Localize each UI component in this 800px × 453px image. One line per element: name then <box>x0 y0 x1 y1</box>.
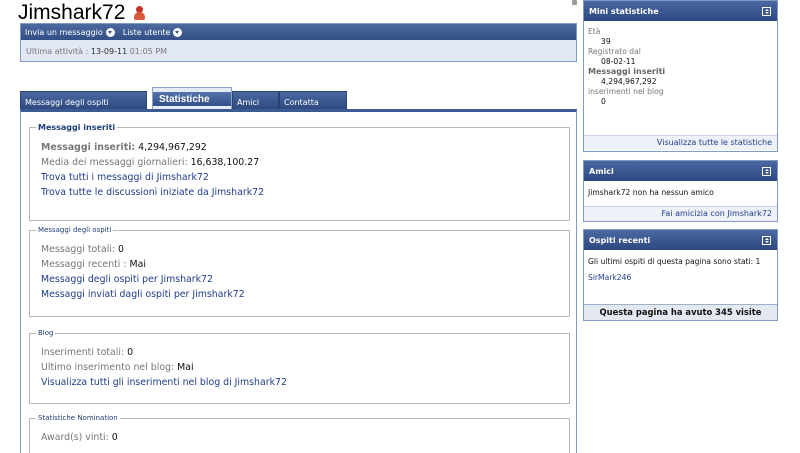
user-status-icon <box>133 6 146 20</box>
user-lists-menu[interactable]: Liste utente <box>122 27 183 37</box>
stat-awards-won: Award(s) vinti: 0 <box>41 430 569 445</box>
tab-guest-messages[interactable]: Messaggi degli ospiti <box>20 91 147 109</box>
stat-posts-total: Messaggi inseriti: 4,294,967,292 <box>41 140 569 155</box>
tab-label: Contatta <box>284 98 319 107</box>
find-all-posts-link[interactable]: Trova tutti i messaggi di Jimshark72 <box>41 170 569 185</box>
last-activity: Ultima attività : 13-09-11 01:05 PM <box>21 40 576 56</box>
stat-label: Media dei messaggi giornalieri: <box>41 157 188 168</box>
section-blog: Blog Inserimenti totali: 0 Ultimo inseri… <box>29 329 570 404</box>
stat-value: 0 <box>127 347 134 358</box>
stat-label: inserimenti nel blog <box>588 87 664 96</box>
block-title: Ospiti recenti <box>589 235 651 245</box>
collapse-icon[interactable] <box>762 235 771 245</box>
stat-guest-recent: Messaggi recenti : Mai <box>41 257 569 272</box>
view-blog-entries-link[interactable]: Visualizza tutti gli inserimenti nel blo… <box>41 375 569 390</box>
send-message-menu[interactable]: Invia un messaggio <box>25 27 115 37</box>
recent-visitors-text: Gli ultimi ospiti di questa pagina sono … <box>588 257 761 266</box>
find-all-threads-link[interactable]: Trova tutte le discussioni iniziate da J… <box>41 185 569 200</box>
friends-block: Amici Jimshark72 non ha nessun amico Fai… <box>583 160 778 222</box>
add-friend-link[interactable]: Fai amicizia con Jimshark72 <box>662 209 772 218</box>
stat-label: Messaggi totali: <box>41 244 116 255</box>
stat-blog-last: Ultimo inserimento nel blog: Mai <box>41 360 569 375</box>
collapse-icon[interactable] <box>762 166 771 176</box>
send-message-label: Invia un messaggio <box>25 27 103 37</box>
visitor-link[interactable]: SirMark246 <box>588 273 631 282</box>
stat-value: Mai <box>129 259 146 270</box>
block-title: Mini statistiche <box>589 6 659 16</box>
stat-label: Messaggi recenti : <box>41 259 127 270</box>
stat-blog-total: Inserimenti totali: 0 <box>41 345 569 360</box>
mini-stats-footer: Visualizza tutte le statistiche <box>584 135 777 150</box>
stat-guest-total: Messaggi totali: 0 <box>41 242 569 257</box>
stat-value: 4,294,967,292 <box>138 142 207 153</box>
tab-label: Messaggi degli ospiti <box>25 98 109 107</box>
scroll-thumb[interactable] <box>572 0 577 5</box>
mini-stats-header: Mini statistiche <box>584 1 777 21</box>
stat-value: 0 <box>601 97 606 106</box>
tab-label: Amici <box>237 98 260 107</box>
tab-contact[interactable]: Contatta <box>279 91 347 109</box>
chevron-down-icon <box>173 27 183 37</box>
tab-statistics[interactable]: Statistiche <box>152 87 232 110</box>
profile-tabs: Messaggi degli ospiti Statistiche Amici … <box>20 87 577 110</box>
stat-label: Messaggi inseriti <box>588 67 666 76</box>
stat-label: Ultimo inserimento nel blog: <box>41 362 175 373</box>
recent-visitors-block: Ospiti recenti Gli ultimi ospiti di ques… <box>583 229 778 321</box>
friends-footer: Fai amicizia con Jimshark72 <box>584 206 777 221</box>
guest-messages-for-link[interactable]: Messaggi degli ospiti per Jimshark72 <box>41 272 569 287</box>
friends-header: Amici <box>584 161 777 181</box>
visit-count: Questa pagina ha avuto 345 visite <box>584 304 777 320</box>
friends-text: Jimshark72 non ha nessun amico <box>588 188 714 197</box>
tab-label: Statistiche <box>153 92 231 106</box>
recent-visitors-header: Ospiti recenti <box>584 230 777 250</box>
stat-value: 0 <box>111 432 118 443</box>
section-guest-messages: Messaggi degli ospiti Messaggi totali: 0… <box>29 226 570 317</box>
block-title: Amici <box>589 166 614 176</box>
stat-label: Inserimenti totali: <box>41 347 125 358</box>
collapse-icon[interactable] <box>762 6 771 16</box>
user-lists-label: Liste utente <box>122 27 171 37</box>
section-legend: Messaggi inseriti <box>38 123 116 132</box>
section-nomination: Statistiche Nomination Award(s) vinti: 0 <box>29 414 570 453</box>
section-legend: Statistiche Nomination <box>38 414 118 422</box>
guest-messages-sent-link[interactable]: Messaggi inviati dagli ospiti per Jimsha… <box>41 287 569 302</box>
section-legend: Messaggi degli ospiti <box>38 226 112 234</box>
stat-label: Award(s) vinti: <box>41 432 109 443</box>
last-activity-label: Ultima attività : <box>26 47 89 56</box>
stat-posts-average: Media dei messaggi giornalieri: 16,638,1… <box>41 155 569 170</box>
stat-label: Registrato dal <box>588 47 641 56</box>
mini-stats-block: Mini statistiche Età 39 Registrato dal 0… <box>583 0 778 152</box>
section-legend: Blog <box>38 329 54 337</box>
tab-friends[interactable]: Amici <box>232 91 279 109</box>
stat-value: 4,294,967,292 <box>601 77 657 86</box>
profile-menu-bar: Invia un messaggio Liste utente <box>21 24 576 40</box>
statistics-panel: Messaggi inseriti Messaggi inseriti: 4,2… <box>20 109 577 453</box>
stat-value: Mai <box>177 362 194 373</box>
stat-label: Messaggi inseriti: <box>41 142 136 153</box>
last-activity-time: 01:05 PM <box>129 47 168 56</box>
stat-label: Età <box>588 27 601 36</box>
last-activity-date: 13-09-11 <box>90 47 128 56</box>
section-posts: Messaggi inseriti Messaggi inseriti: 4,2… <box>29 123 570 221</box>
stat-value: 08-02-11 <box>601 57 636 66</box>
stat-value: 39 <box>601 37 611 46</box>
chevron-down-icon <box>105 27 115 37</box>
profile-username: Jimshark72 <box>18 1 146 25</box>
profile-header-box: Invia un messaggio Liste utente Ultima a… <box>20 23 577 62</box>
view-all-stats-link[interactable]: Visualizza tutte le statistiche <box>657 138 772 147</box>
stat-value: 16,638,100.27 <box>190 157 260 168</box>
stat-value: 0 <box>118 244 125 255</box>
username-text: Jimshark72 <box>18 1 126 24</box>
